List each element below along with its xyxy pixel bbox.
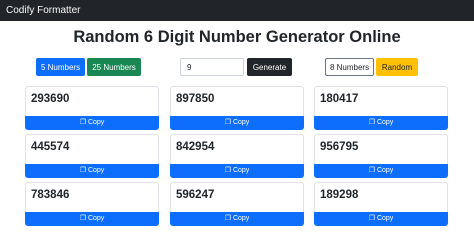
generated-number: 445574 bbox=[31, 141, 70, 153]
twenty-five-numbers-button[interactable]: 25 Numbers bbox=[87, 58, 141, 76]
copy-button[interactable]: ❐ Copy bbox=[170, 164, 304, 178]
copy-button[interactable]: ❐ Copy bbox=[314, 116, 448, 130]
generated-number: 293690 bbox=[31, 93, 70, 105]
number-card: 897850 ❐ Copy bbox=[170, 86, 304, 130]
copy-icon: ❐ bbox=[368, 215, 375, 222]
copy-label: Copy bbox=[376, 167, 394, 174]
eight-numbers-button[interactable]: 8 Numbers bbox=[325, 58, 374, 76]
copy-icon: ❐ bbox=[224, 215, 231, 222]
count-input[interactable] bbox=[180, 58, 244, 76]
copy-icon: ❐ bbox=[79, 215, 86, 222]
number-card: 596247 ❐ Copy bbox=[170, 182, 304, 226]
copy-button[interactable]: ❐ Copy bbox=[170, 212, 304, 226]
copy-label: Copy bbox=[232, 215, 250, 222]
copy-button[interactable]: ❐ Copy bbox=[170, 116, 304, 130]
copy-icon: ❐ bbox=[224, 167, 231, 174]
copy-label: Copy bbox=[87, 119, 105, 126]
generated-number: 842954 bbox=[176, 141, 215, 153]
generate-button[interactable]: Generate bbox=[247, 58, 292, 76]
copy-label: Copy bbox=[376, 215, 394, 222]
copy-label: Copy bbox=[87, 167, 105, 174]
generated-number: 956795 bbox=[320, 141, 359, 153]
copy-icon: ❐ bbox=[79, 119, 86, 126]
number-card: 445574 ❐ Copy bbox=[25, 134, 159, 178]
copy-label: Copy bbox=[232, 167, 250, 174]
generated-number: 897850 bbox=[176, 93, 215, 105]
copy-label: Copy bbox=[87, 215, 105, 222]
generated-number: 180417 bbox=[320, 93, 359, 105]
number-card: 180417 ❐ Copy bbox=[314, 86, 448, 130]
random-button[interactable]: Random bbox=[376, 58, 418, 76]
page-title: Random 6 Digit Number Generator Online bbox=[73, 28, 401, 46]
number-card: 842954 ❐ Copy bbox=[170, 134, 304, 178]
navbar: Codify Formatter bbox=[0, 0, 474, 21]
generated-number: 783846 bbox=[31, 189, 70, 201]
generated-number: 596247 bbox=[176, 189, 215, 201]
navbar-brand[interactable]: Codify Formatter bbox=[6, 5, 80, 16]
copy-button[interactable]: ❐ Copy bbox=[314, 212, 448, 226]
copy-icon: ❐ bbox=[368, 119, 375, 126]
copy-button[interactable]: ❐ Copy bbox=[314, 164, 448, 178]
copy-button[interactable]: ❐ Copy bbox=[25, 164, 159, 178]
copy-icon: ❐ bbox=[368, 167, 375, 174]
copy-icon: ❐ bbox=[224, 119, 231, 126]
copy-label: Copy bbox=[376, 119, 394, 126]
number-card: 189298 ❐ Copy bbox=[314, 182, 448, 226]
number-card: 293690 ❐ Copy bbox=[25, 86, 159, 130]
number-card: 783846 ❐ Copy bbox=[25, 182, 159, 226]
copy-label: Copy bbox=[232, 119, 250, 126]
five-numbers-button[interactable]: 5 Numbers bbox=[36, 58, 85, 76]
copy-button[interactable]: ❐ Copy bbox=[25, 212, 159, 226]
generated-number: 189298 bbox=[320, 189, 359, 201]
copy-icon: ❐ bbox=[79, 167, 86, 174]
copy-button[interactable]: ❐ Copy bbox=[25, 116, 159, 130]
number-card: 956795 ❐ Copy bbox=[314, 134, 448, 178]
